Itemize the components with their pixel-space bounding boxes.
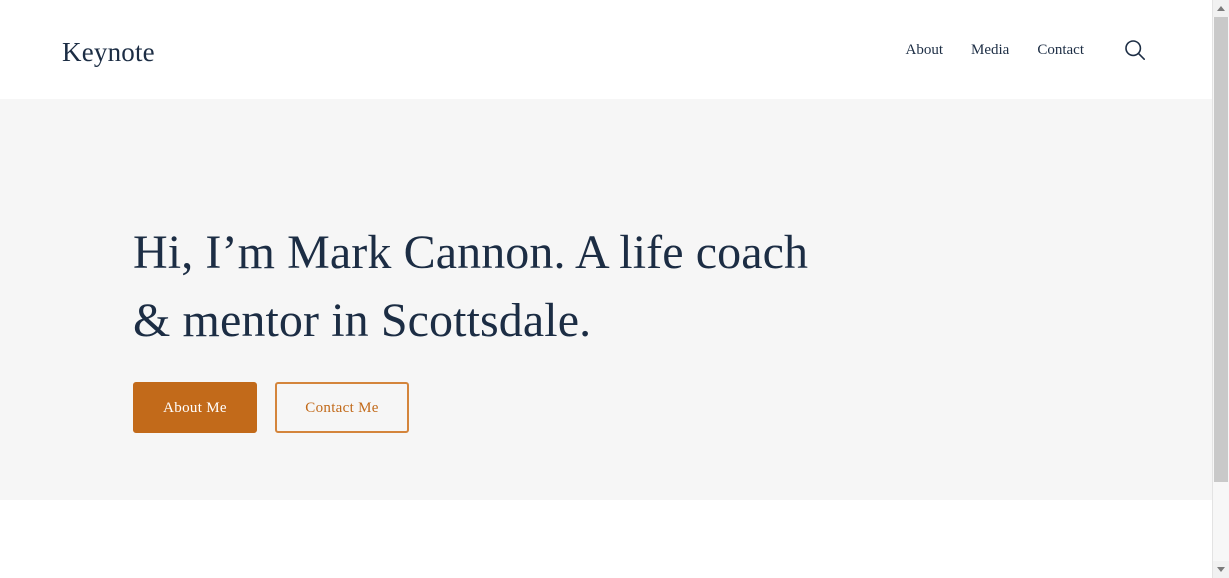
hero-section: Hi, I’m Mark Cannon. A life coach & ment… xyxy=(0,99,1212,500)
hero-headline: Hi, I’m Mark Cannon. A life coach & ment… xyxy=(133,226,809,347)
site-logo[interactable]: Keynote xyxy=(62,36,155,68)
nav-item-contact[interactable]: Contact xyxy=(1023,40,1098,60)
page-content: Keynote About Media Contact Hi, I’m Mark… xyxy=(0,0,1212,578)
hero-button-group: About Me Contact Me xyxy=(133,382,1033,433)
about-me-button[interactable]: About Me xyxy=(133,382,257,433)
search-icon xyxy=(1124,39,1146,61)
scroll-down-button[interactable] xyxy=(1213,561,1229,578)
scrollbar-thumb[interactable] xyxy=(1214,17,1228,482)
nav-item-media[interactable]: Media xyxy=(957,40,1023,60)
hero-content: Hi, I’m Mark Cannon. A life coach & ment… xyxy=(133,99,1033,433)
nav-item-about[interactable]: About xyxy=(892,40,958,60)
chevron-down-icon xyxy=(1217,567,1225,572)
chevron-up-icon xyxy=(1217,6,1225,11)
browser-viewport: Keynote About Media Contact Hi, I’m Mark… xyxy=(0,0,1229,578)
vertical-scrollbar[interactable] xyxy=(1212,0,1229,578)
below-hero-area xyxy=(0,500,1212,578)
scroll-up-button[interactable] xyxy=(1213,0,1229,17)
primary-navigation: About Media Contact xyxy=(892,0,1154,99)
search-button[interactable] xyxy=(1116,31,1154,69)
contact-me-button[interactable]: Contact Me xyxy=(275,382,409,433)
site-header: Keynote About Media Contact xyxy=(0,0,1212,99)
